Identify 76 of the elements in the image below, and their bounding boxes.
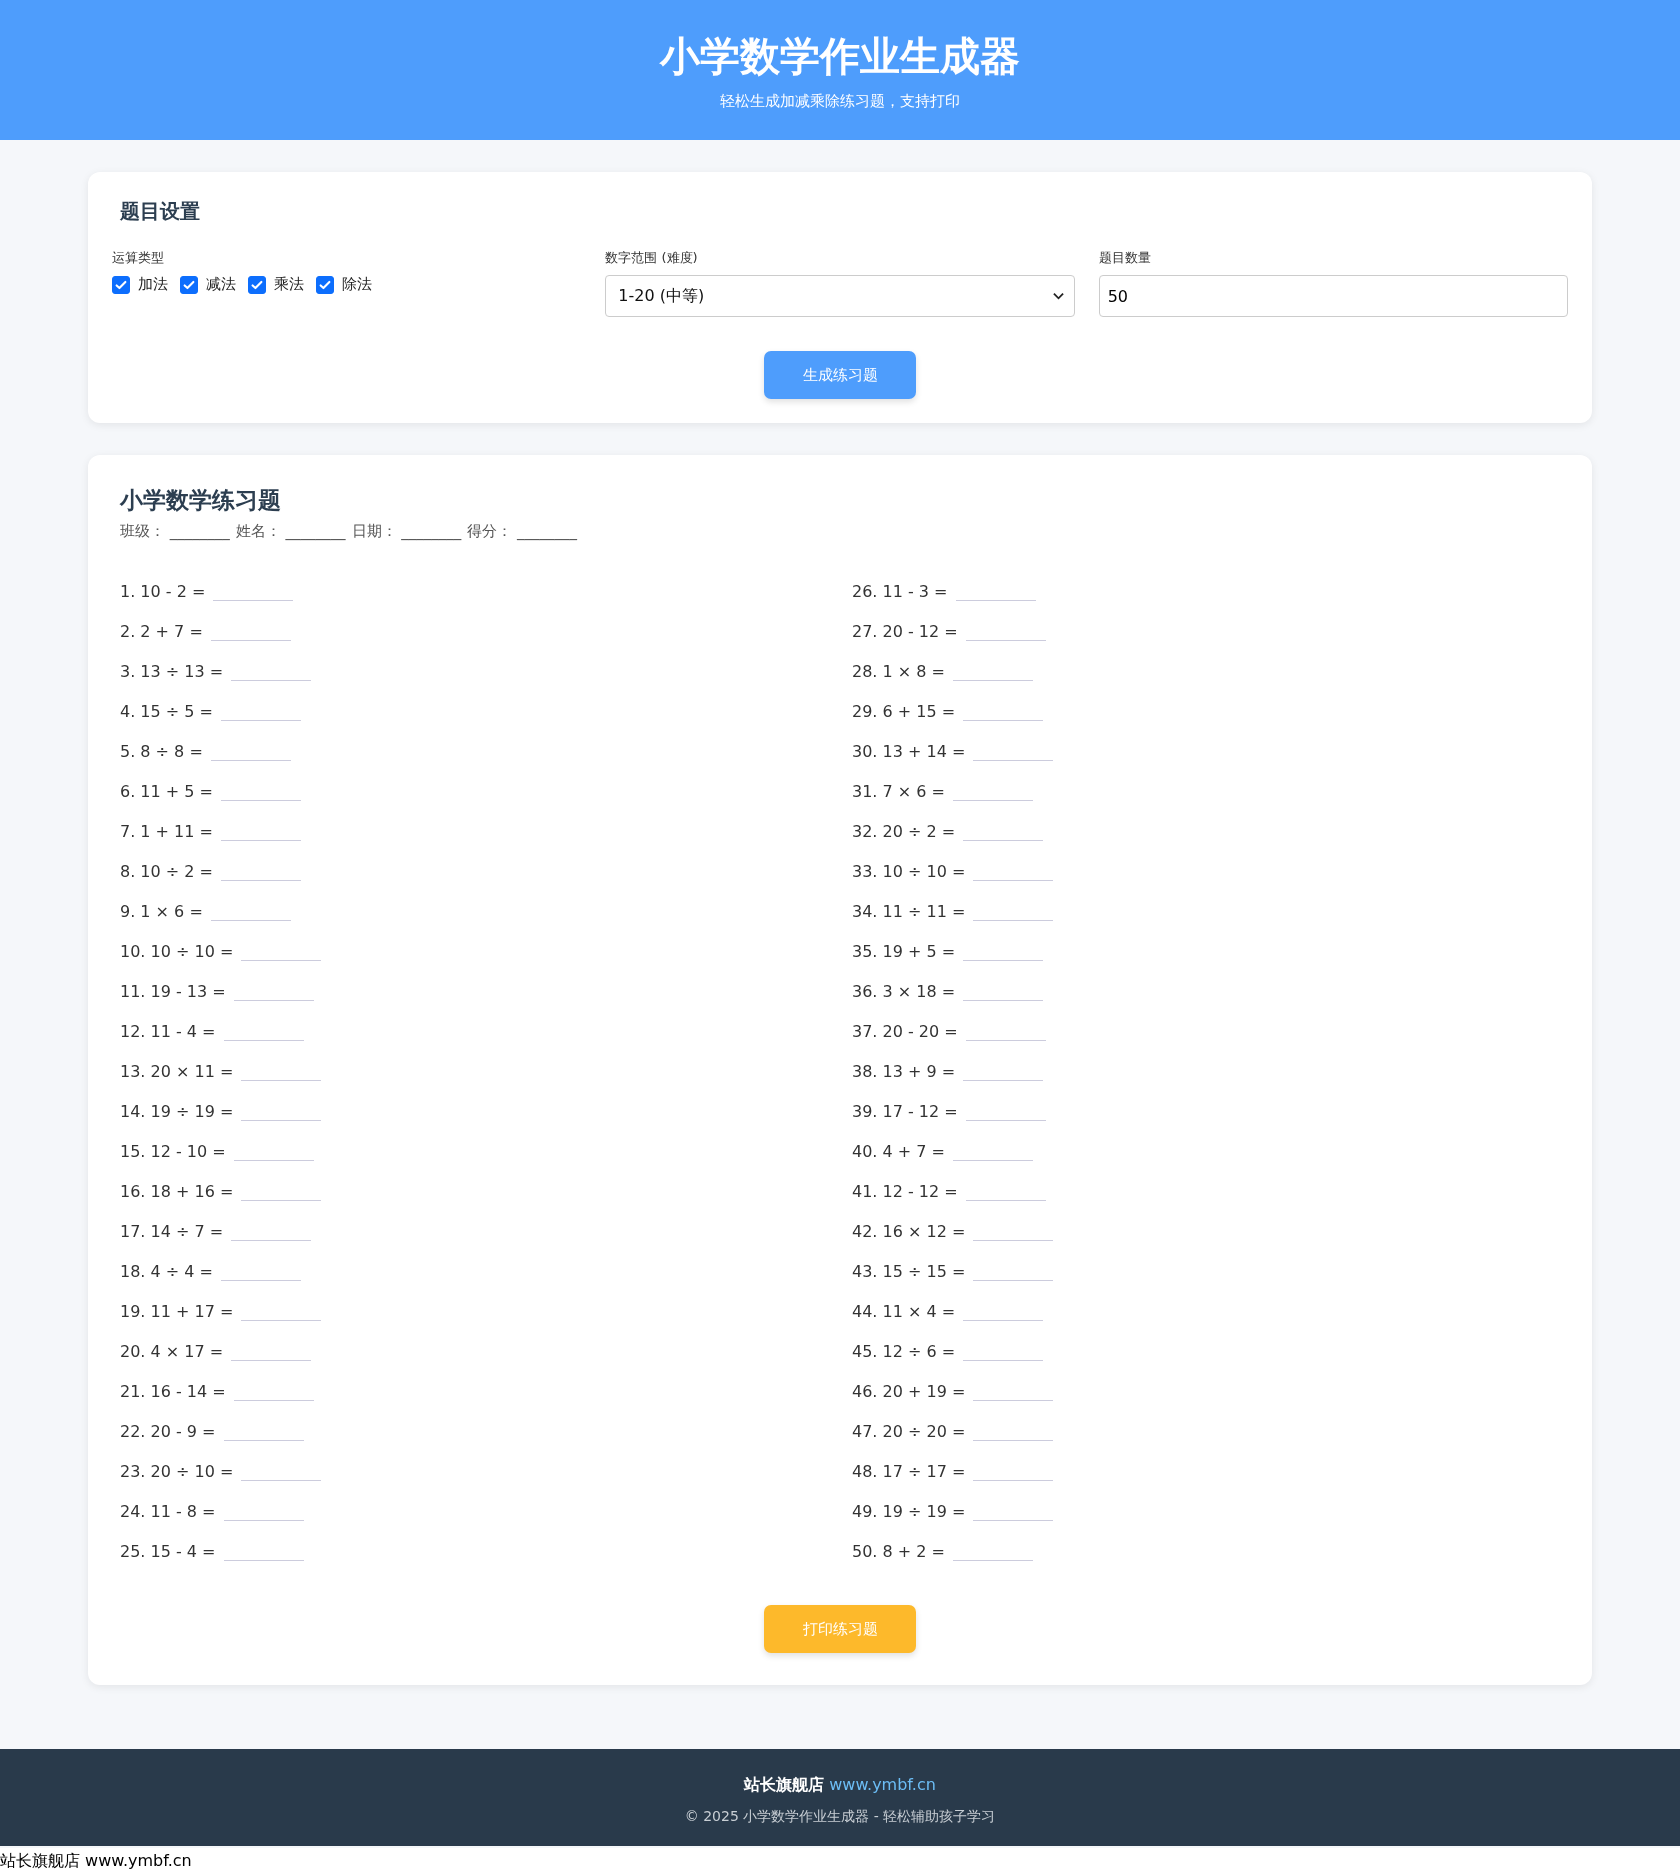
problem-text: 12. 11 - 4 = — [120, 1021, 216, 1041]
problem-text: 24. 11 - 8 = — [120, 1501, 216, 1521]
problem-text: 43. 15 ÷ 15 = — [852, 1261, 966, 1281]
page-subtitle: 轻松生成加减乘除练习题，支持打印 — [719, 92, 961, 111]
problem-text: 38. 13 + 9 = — [852, 1061, 956, 1081]
problem-text: 36. 3 × 18 = — [852, 981, 956, 1001]
worksheet-title: 小学数学练习题 — [120, 486, 282, 515]
problem-text: 31. 7 × 6 = — [852, 781, 945, 801]
problem-text: 45. 12 ÷ 6 = — [852, 1341, 956, 1361]
checkbox-label: 加法 — [138, 275, 168, 294]
problem-text: 8. 10 ÷ 2 = — [120, 861, 213, 881]
problem-text: 10. 10 ÷ 10 = — [120, 941, 234, 961]
field-label: 数字范围 (难度) — [605, 249, 699, 267]
field-label: 运算类型 — [112, 249, 165, 267]
problem-text: 22. 20 - 9 = — [120, 1421, 216, 1441]
problem-text: 48. 17 ÷ 17 = — [852, 1461, 966, 1481]
problem-text: 19. 11 + 17 = — [120, 1301, 234, 1321]
checkbox[interactable] — [180, 275, 198, 294]
info-field: 得分： ________ — [467, 522, 578, 541]
problem-text: 23. 20 ÷ 10 = — [120, 1461, 234, 1481]
problem-text: 40. 4 + 7 = — [852, 1141, 945, 1161]
problem-text: 32. 20 ÷ 2 = — [852, 821, 956, 841]
problem-text: 42. 16 × 12 = — [852, 1221, 966, 1241]
problem-text: 13. 20 × 11 = — [120, 1061, 234, 1081]
problem-text: 33. 10 ÷ 10 = — [852, 861, 966, 881]
footer-link[interactable]: www.ymbf.cn — [829, 1775, 936, 1794]
info-field: 姓名： ________ — [235, 522, 346, 541]
checkbox-label: 减法 — [206, 275, 236, 294]
problem-text: 14. 19 ÷ 19 = — [120, 1101, 234, 1121]
page-title: 小学数学作业生成器 — [658, 32, 1021, 81]
footer-store: 站长旗舰店 — [744, 1775, 825, 1794]
problem-text: 37. 20 - 20 = — [852, 1021, 958, 1041]
info-field: 日期： ________ — [351, 522, 462, 541]
problem-text: 5. 8 ÷ 8 = — [120, 741, 203, 761]
problem-text: 46. 20 + 19 = — [852, 1381, 966, 1401]
problem-text: 25. 15 - 4 = — [120, 1541, 216, 1561]
problem-text: 18. 4 ÷ 4 = — [120, 1261, 213, 1281]
problem-text: 28. 1 × 8 = — [852, 661, 945, 681]
problem-text: 50. 8 + 2 = — [852, 1541, 945, 1561]
checkbox[interactable] — [316, 275, 334, 294]
problem-text: 11. 19 - 13 = — [120, 981, 226, 1001]
problem-text: 29. 6 + 15 = — [852, 701, 956, 721]
caret-icon — [1052, 292, 1064, 300]
problem-text: 39. 17 - 12 = — [852, 1101, 958, 1121]
bottom-note: 站长旗舰店 www.ymbf.cn — [0, 1848, 1680, 1874]
info-field: 班级： ________ — [120, 522, 230, 541]
problem-text: 16. 18 + 16 = — [120, 1181, 234, 1201]
problem-text: 15. 12 - 10 = — [120, 1141, 226, 1161]
problem-text: 27. 20 - 12 = — [852, 621, 958, 641]
range-select[interactable]: 1-20 (中等) — [605, 275, 1075, 317]
problem-text: 17. 14 ÷ 7 = — [120, 1221, 224, 1241]
problem-text: 2. 2 + 7 = — [120, 621, 203, 641]
problem-text: 3. 13 ÷ 13 = — [120, 661, 224, 681]
problem-text: 7. 1 + 11 = — [120, 821, 213, 841]
problem-text: 21. 16 - 14 = — [120, 1381, 226, 1401]
problem-text: 41. 12 - 12 = — [852, 1181, 958, 1201]
field-label: 题目数量 — [1098, 249, 1152, 267]
problem-text: 47. 20 ÷ 20 = — [852, 1421, 966, 1441]
section-title: 题目设置 — [120, 198, 201, 225]
problem-text: 9. 1 × 6 = — [120, 901, 203, 921]
problem-text: 4. 15 ÷ 5 = — [120, 701, 213, 721]
problem-text: 20. 4 × 17 = — [120, 1341, 224, 1361]
checkbox-label: 除法 — [342, 275, 372, 294]
checkbox[interactable] — [112, 275, 130, 294]
problem-text: 26. 11 - 3 = — [852, 581, 948, 601]
checkbox-label: 乘法 — [274, 275, 304, 294]
checkbox[interactable] — [248, 275, 266, 294]
copyright-text: © 2025 小学数学作业生成器 - 轻松辅助孩子学习 — [683, 1808, 997, 1826]
problem-text: 34. 11 ÷ 11 = — [852, 901, 966, 921]
problem-text: 49. 19 ÷ 19 = — [852, 1501, 966, 1521]
problem-text: 44. 11 × 4 = — [852, 1301, 956, 1321]
problem-text: 6. 11 + 5 = — [120, 781, 213, 801]
count-field[interactable]: 50 — [1098, 275, 1568, 317]
problem-text: 35. 19 + 5 = — [852, 941, 956, 961]
problem-text: 1. 10 - 2 = — [120, 581, 206, 601]
problem-text: 30. 13 + 14 = — [852, 741, 966, 761]
